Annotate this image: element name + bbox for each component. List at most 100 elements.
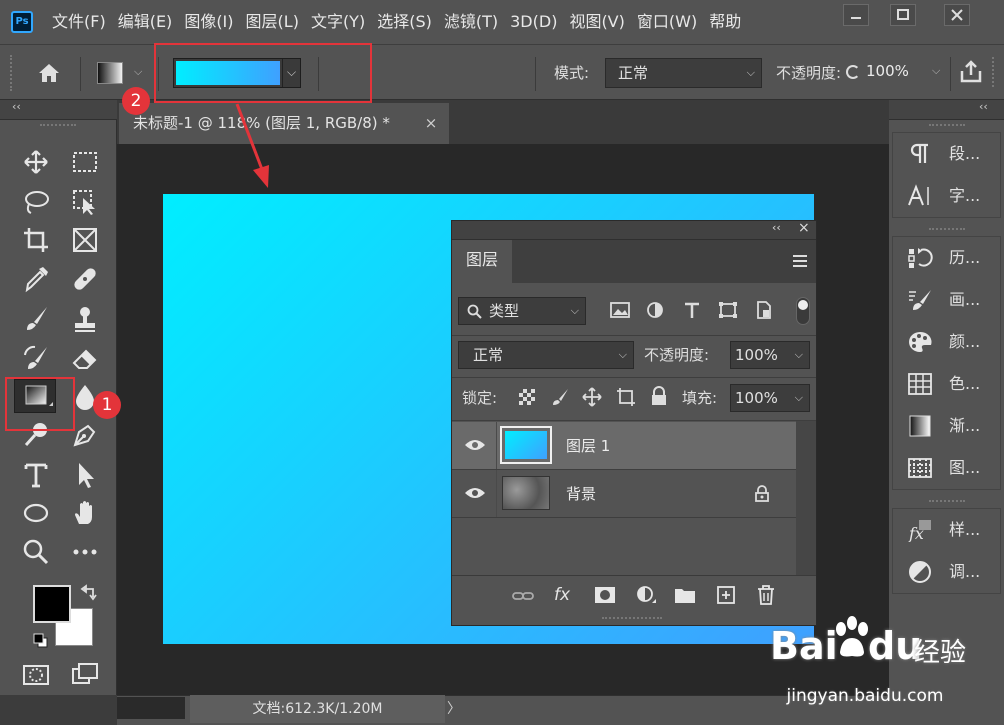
fill-field[interactable]: 100% ⌵ bbox=[730, 384, 810, 412]
history-panel-button[interactable]: 历... bbox=[893, 237, 1004, 279]
opacity-chevron-down-icon[interactable]: ⌵ bbox=[932, 64, 940, 78]
lock-pixels-brush-icon[interactable] bbox=[550, 387, 570, 407]
delete-layer-trash-icon[interactable] bbox=[756, 584, 776, 606]
layer-thumbnail[interactable] bbox=[500, 426, 552, 464]
more-tools-button[interactable] bbox=[70, 537, 100, 567]
layer-opacity-field[interactable]: 100% ⌵ bbox=[730, 341, 810, 369]
object-selection-tool[interactable] bbox=[70, 187, 100, 217]
tab-layers[interactable]: 图层 bbox=[452, 240, 512, 283]
layer-row[interactable]: 图层 1 bbox=[452, 422, 796, 469]
add-mask-icon[interactable] bbox=[594, 586, 616, 604]
close-tab-icon[interactable]: × bbox=[420, 103, 442, 143]
layer-filter-select[interactable]: 类型 ⌵ bbox=[458, 297, 586, 325]
menu-layer[interactable]: 图层(L) bbox=[240, 0, 305, 44]
brushes-panel-button[interactable]: 画... bbox=[893, 279, 1004, 321]
layers-scrollbar[interactable] bbox=[796, 421, 816, 575]
menu-window[interactable]: 窗口(W) bbox=[631, 0, 703, 44]
history-brush-tool[interactable] bbox=[21, 343, 51, 373]
collapse-panel-icon[interactable]: ‹‹ bbox=[772, 221, 781, 234]
patterns-panel-button[interactable]: 图... bbox=[893, 447, 1004, 489]
lock-all-icon[interactable] bbox=[650, 386, 668, 406]
lasso-tool[interactable] bbox=[21, 187, 51, 217]
healing-brush-tool[interactable] bbox=[70, 264, 100, 294]
tool-preset-chevron-down-icon[interactable]: ⌵ bbox=[134, 65, 142, 79]
close-panel-icon[interactable]: × bbox=[798, 220, 810, 236]
zoom-field[interactable] bbox=[117, 697, 185, 719]
toolbar-grip[interactable] bbox=[40, 124, 76, 127]
layer-row[interactable]: 背景 bbox=[452, 470, 796, 517]
document-size-info[interactable]: 文档:612.3K/1.20M bbox=[190, 695, 445, 723]
new-layer-icon[interactable] bbox=[716, 585, 736, 605]
character-panel-button[interactable]: 字... bbox=[893, 175, 1004, 217]
dock-grip[interactable] bbox=[929, 228, 965, 231]
menu-3d[interactable]: 3D(D) bbox=[504, 0, 563, 44]
crop-tool[interactable] bbox=[21, 225, 51, 255]
menu-type[interactable]: 文字(Y) bbox=[305, 0, 371, 44]
hand-tool[interactable] bbox=[70, 498, 100, 528]
paragraph-panel-button[interactable]: 段... bbox=[893, 133, 1004, 175]
filter-pixel-layers-icon[interactable] bbox=[610, 301, 630, 319]
collapse-dock-icon[interactable]: ‹‹ bbox=[979, 100, 988, 113]
new-adjustment-layer-icon[interactable] bbox=[636, 585, 658, 607]
menu-file[interactable]: 文件(F) bbox=[46, 0, 112, 44]
photoshop-logo-icon[interactable]: Ps bbox=[11, 11, 33, 33]
menu-select[interactable]: 选择(S) bbox=[371, 0, 438, 44]
close-window-button[interactable] bbox=[944, 4, 970, 26]
clone-stamp-tool[interactable] bbox=[70, 304, 100, 334]
adjustments-panel-button[interactable]: 调... bbox=[893, 551, 1004, 593]
scrubby-slider-icon[interactable] bbox=[846, 65, 860, 79]
menu-image[interactable]: 图像(I) bbox=[178, 0, 239, 44]
filter-type-layers-icon[interactable] bbox=[682, 301, 702, 319]
filter-smart-objects-icon[interactable] bbox=[754, 301, 774, 319]
options-bar-grip[interactable] bbox=[10, 55, 20, 91]
filter-shape-layers-icon[interactable] bbox=[718, 301, 738, 319]
blend-mode-select[interactable]: 正常 ⌵ bbox=[458, 341, 634, 369]
new-group-folder-icon[interactable] bbox=[674, 586, 696, 604]
default-colors-icon[interactable] bbox=[32, 632, 50, 650]
background-thumbnail[interactable] bbox=[502, 476, 550, 510]
swap-colors-icon[interactable] bbox=[80, 583, 98, 601]
move-tool[interactable] bbox=[21, 147, 51, 177]
dock-grip[interactable] bbox=[929, 500, 965, 503]
dock-grip[interactable] bbox=[929, 124, 965, 127]
swatches-panel-button[interactable]: 色... bbox=[893, 363, 1004, 405]
eraser-tool[interactable] bbox=[70, 343, 100, 373]
layer-name[interactable]: 背景 bbox=[566, 483, 596, 504]
panel-resize-grip[interactable] bbox=[602, 617, 662, 621]
minimize-button[interactable] bbox=[843, 4, 869, 26]
layer-name[interactable]: 图层 1 bbox=[566, 435, 610, 456]
zoom-tool[interactable] bbox=[21, 537, 51, 567]
gradients-panel-button[interactable]: 渐... bbox=[893, 405, 1004, 447]
path-selection-tool[interactable] bbox=[70, 460, 100, 490]
eyedropper-tool[interactable] bbox=[21, 264, 51, 294]
layer-style-fx-icon[interactable]: fx bbox=[554, 585, 570, 605]
styles-panel-button[interactable]: fx 样... bbox=[893, 509, 1004, 551]
share-icon[interactable] bbox=[958, 59, 984, 85]
type-tool[interactable] bbox=[21, 460, 51, 490]
foreground-color-swatch[interactable] bbox=[33, 585, 71, 623]
options-bar-right-grip[interactable] bbox=[992, 57, 1002, 87]
filter-adjustment-layers-icon[interactable] bbox=[645, 301, 665, 319]
visibility-eye-icon[interactable] bbox=[464, 486, 486, 500]
lock-position-move-icon[interactable] bbox=[582, 387, 602, 407]
status-menu-arrow-icon[interactable]: 〉 bbox=[446, 695, 462, 723]
tool-preset-icon[interactable] bbox=[97, 62, 123, 84]
lock-artboard-icon[interactable] bbox=[616, 387, 636, 407]
quick-mask-button[interactable] bbox=[21, 660, 51, 690]
panel-menu-icon[interactable] bbox=[792, 254, 808, 268]
marquee-tool[interactable] bbox=[70, 147, 100, 177]
maximize-button[interactable] bbox=[890, 4, 916, 26]
menu-edit[interactable]: 编辑(E) bbox=[112, 0, 179, 44]
ellipse-tool[interactable] bbox=[21, 498, 51, 528]
frame-tool[interactable] bbox=[70, 225, 100, 255]
collapse-toolbar-icon[interactable]: ‹‹ bbox=[12, 100, 21, 113]
visibility-eye-icon[interactable] bbox=[464, 438, 486, 452]
menu-filter[interactable]: 滤镜(T) bbox=[438, 0, 504, 44]
mode-select[interactable]: 正常 ⌵ bbox=[605, 58, 762, 88]
menu-help[interactable]: 帮助 bbox=[703, 0, 747, 44]
color-panel-button[interactable]: 颜... bbox=[893, 321, 1004, 363]
lock-transparency-icon[interactable] bbox=[518, 388, 536, 406]
menu-view[interactable]: 视图(V) bbox=[563, 0, 630, 44]
screen-mode-button[interactable] bbox=[70, 660, 100, 690]
home-icon[interactable] bbox=[36, 61, 62, 85]
